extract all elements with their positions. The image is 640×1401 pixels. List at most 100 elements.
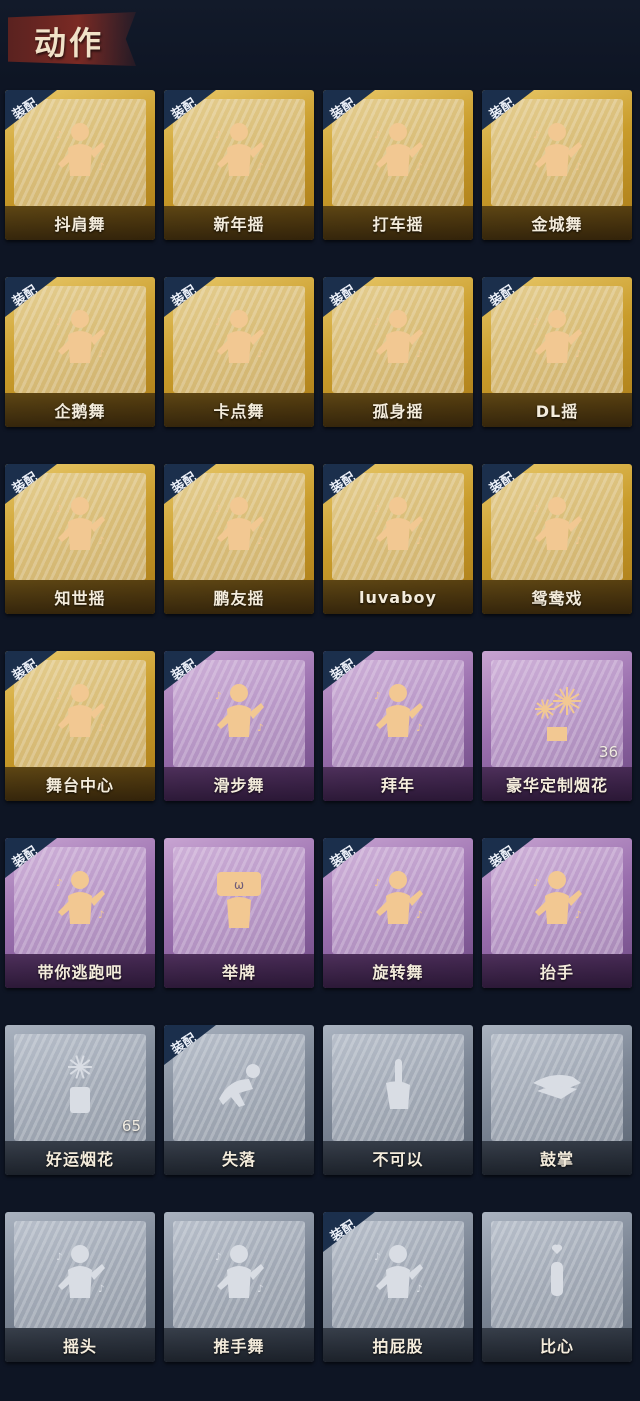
emote-label: 知世摇: [54, 589, 106, 608]
dancer-icon: ♪ ♪: [50, 679, 110, 747]
dancer-icon: ♪ ♪: [368, 305, 428, 373]
svg-text:♪: ♪: [575, 162, 581, 173]
emote-card[interactable]: ♪ ♪ 装配 新年摇: [164, 90, 314, 240]
crawl-icon: [209, 1053, 269, 1121]
svg-text:♪: ♪: [374, 691, 380, 702]
svg-text:♪: ♪: [257, 162, 263, 173]
emote-card[interactable]: 不可以: [323, 1025, 473, 1175]
dancer-icon: ♪ ♪: [527, 118, 587, 186]
emote-card[interactable]: ♪ ♪ 装配 金城舞: [482, 90, 632, 240]
emote-card[interactable]: ♪ ♪ 装配 luvaboy: [323, 464, 473, 614]
emote-card[interactable]: ♪ ♪ 装配 滑步舞: [164, 651, 314, 801]
emote-label: 新年摇: [213, 215, 265, 234]
emote-label-bar: 企鹅舞: [5, 393, 155, 427]
emote-label: DL摇: [535, 402, 579, 421]
svg-text:♪: ♪: [533, 317, 539, 328]
svg-text:♪: ♪: [575, 349, 581, 360]
emote-label-bar: 舞台中心: [5, 767, 155, 801]
emote-card[interactable]: ♪ ♪ 摇头: [5, 1212, 155, 1362]
emote-label-bar: 比心: [482, 1328, 632, 1362]
emote-card[interactable]: 比心: [482, 1212, 632, 1362]
fireworks-icon: [527, 679, 587, 747]
svg-text:♪: ♪: [416, 910, 422, 921]
emote-card[interactable]: ♪ ♪ 装配 舞台中心: [5, 651, 155, 801]
dancer-icon: ♪ ♪: [50, 492, 110, 560]
slap-icon: ♪ ♪: [368, 1240, 428, 1308]
svg-text:♪: ♪: [98, 162, 104, 173]
svg-text:♪: ♪: [416, 162, 422, 173]
emote-card[interactable]: ♪ ♪ 装配 抖肩舞: [5, 90, 155, 240]
emote-label: 卡点舞: [213, 402, 265, 421]
svg-text:♪: ♪: [56, 691, 62, 702]
emote-label: 抬手: [539, 963, 574, 982]
svg-text:♪: ♪: [374, 504, 380, 515]
svg-text:♪: ♪: [533, 504, 539, 515]
emote-label-bar: 不可以: [323, 1141, 473, 1175]
svg-text:♪: ♪: [416, 1284, 422, 1295]
dancer-icon: ♪ ♪: [209, 305, 269, 373]
svg-text:♪: ♪: [56, 878, 62, 889]
emote-card[interactable]: ♪ ♪ 装配 知世摇: [5, 464, 155, 614]
svg-text:♪: ♪: [575, 536, 581, 547]
emote-label-bar: 新年摇: [164, 206, 314, 240]
emote-card[interactable]: ω 举牌: [164, 838, 314, 988]
emote-label-bar: 抖肩舞: [5, 206, 155, 240]
emote-card[interactable]: ♪ ♪ 装配 打车摇: [323, 90, 473, 240]
page-title: 动作: [34, 24, 105, 62]
emote-card[interactable]: ♪ ♪ 装配 拍屁股: [323, 1212, 473, 1362]
spin-icon: ♪ ♪: [368, 866, 428, 934]
emote-card[interactable]: ♪ ♪ 装配 鹏友摇: [164, 464, 314, 614]
svg-text:♪: ♪: [416, 723, 422, 734]
svg-text:♪: ♪: [257, 536, 263, 547]
emote-label: 不可以: [372, 1150, 424, 1169]
svg-text:♪: ♪: [98, 536, 104, 547]
dancer-icon: ♪ ♪: [527, 492, 587, 560]
emote-label: luvaboy: [359, 587, 437, 607]
emote-label: 金城舞: [531, 215, 583, 234]
emote-card[interactable]: ♪ ♪ 装配 卡点舞: [164, 277, 314, 427]
emote-label: 鼓掌: [539, 1150, 574, 1169]
emote-label-bar: 失落: [164, 1141, 314, 1175]
item-count: 65: [121, 1117, 141, 1135]
svg-text:♪: ♪: [416, 349, 422, 360]
emote-card[interactable]: ♪ ♪ 装配 拜年: [323, 651, 473, 801]
emote-label-bar: luvaboy: [323, 580, 473, 614]
emote-label-bar: 豪华定制烟花: [482, 767, 632, 801]
emote-card[interactable]: ♪ ♪ 装配 孤身摇: [323, 277, 473, 427]
emote-label: 旋转舞: [372, 963, 424, 982]
svg-text:♪: ♪: [215, 1252, 221, 1263]
emote-card[interactable]: ♪ ♪ 装配 企鹅舞: [5, 277, 155, 427]
emote-card[interactable]: ♪ ♪ 装配 带你逃跑吧: [5, 838, 155, 988]
emote-label-bar: 滑步舞: [164, 767, 314, 801]
emote-card[interactable]: 装配 失落: [164, 1025, 314, 1175]
emote-label-bar: 旋转舞: [323, 954, 473, 988]
svg-text:♪: ♪: [56, 1252, 62, 1263]
sign-icon: ω: [209, 866, 269, 934]
push-hands-icon: ♪ ♪: [209, 1240, 269, 1308]
emote-label: 失落: [221, 1150, 256, 1169]
firework-can-icon: [50, 1053, 110, 1121]
emote-card[interactable]: ♪ ♪ 推手舞: [164, 1212, 314, 1362]
svg-text:♪: ♪: [98, 910, 104, 921]
emote-card[interactable]: ♪ ♪ 装配 鸳鸯戏: [482, 464, 632, 614]
emote-label-bar: 鸳鸯戏: [482, 580, 632, 614]
emote-card[interactable]: 65 好运烟花: [5, 1025, 155, 1175]
emote-label: 比心: [539, 1337, 574, 1356]
emote-label-bar: 卡点舞: [164, 393, 314, 427]
emote-label-bar: 知世摇: [5, 580, 155, 614]
emote-card[interactable]: ♪ ♪ 装配 DL摇: [482, 277, 632, 427]
dancer-icon: ♪ ♪: [209, 679, 269, 747]
emote-card[interactable]: ♪ ♪ 装配 抬手: [482, 838, 632, 988]
emote-card[interactable]: ♪ ♪ 装配 旋转舞: [323, 838, 473, 988]
emote-label: 打车摇: [372, 215, 424, 234]
svg-text:♪: ♪: [215, 504, 221, 515]
dancer-icon: ♪ ♪: [50, 866, 110, 934]
svg-text:ω: ω: [234, 878, 244, 892]
emote-card[interactable]: 鼓掌: [482, 1025, 632, 1175]
emote-label-bar: 抬手: [482, 954, 632, 988]
emote-card[interactable]: 36 豪华定制烟花: [482, 651, 632, 801]
finger-wag-icon: [368, 1053, 428, 1121]
raise-hand-icon: ♪ ♪: [527, 866, 587, 934]
emote-label-bar: 打车摇: [323, 206, 473, 240]
svg-text:♪: ♪: [98, 349, 104, 360]
